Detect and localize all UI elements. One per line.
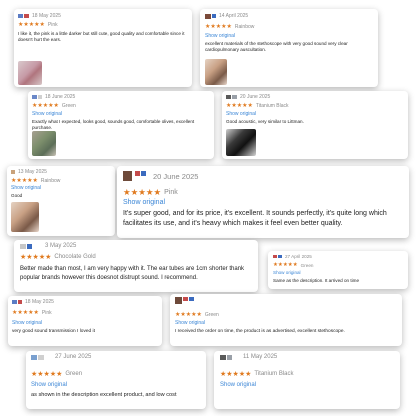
review-text: Good acoustic, very similar to Littman. xyxy=(226,119,304,124)
variant-color: Green xyxy=(65,371,83,377)
show-original-link[interactable]: Show original xyxy=(12,320,42,326)
show-original-link[interactable]: Show original xyxy=(226,111,256,117)
review-date: 18 June 2025 xyxy=(45,94,76,100)
show-original-link[interactable]: Show original xyxy=(175,320,205,326)
show-original-link[interactable]: Show original xyxy=(123,199,165,206)
variant-color: Chocolate Gold xyxy=(54,254,96,260)
review-header: 18 May 2025 xyxy=(18,13,61,19)
review-photo[interactable] xyxy=(226,129,256,156)
review-date: 3 May 2025 xyxy=(45,243,77,249)
review-text: Same as the description. It arrived on t… xyxy=(273,278,360,283)
show-original-link[interactable]: Show original xyxy=(11,185,41,191)
star-rating: ★★★★★ xyxy=(226,103,253,109)
review-card: 18 June 2025 ★★★★★ Green Show original E… xyxy=(28,91,214,159)
star-rating: ★★★★★ xyxy=(123,187,162,197)
review-text: I received the order on time, the produc… xyxy=(175,329,345,334)
review-text: Exactly what I expected, looks good, sou… xyxy=(32,119,195,130)
star-rating: ★★★★★ xyxy=(20,254,52,261)
star-rating: ★★★★★ xyxy=(31,371,63,378)
review-card: 18 May 2025 ★★★★★ Pink Show original ver… xyxy=(8,296,162,346)
user-avatar-icon xyxy=(12,300,22,304)
review-date: 20 June 2025 xyxy=(153,171,199,181)
star-rating: ★★★★★ xyxy=(18,22,45,28)
review-text: It's super good, and for its price, it's… xyxy=(123,210,387,228)
show-original-link[interactable]: Show original xyxy=(273,270,301,275)
star-rating: ★★★★★ xyxy=(220,371,252,378)
user-avatar-icon xyxy=(226,95,237,99)
review-date: 18 May 2025 xyxy=(25,299,54,305)
review-text: Good xyxy=(11,193,23,198)
user-avatar-icon xyxy=(175,297,194,304)
review-card: ★★★★★ Green Show original I received the… xyxy=(170,294,402,346)
user-avatar-icon xyxy=(205,13,216,19)
variant-color: Green xyxy=(300,262,314,268)
star-rating: ★★★★★ xyxy=(205,24,232,30)
review-date: 13 May 2025 xyxy=(18,169,47,175)
review-date: 14 April 2025 xyxy=(219,13,249,19)
show-original-link[interactable]: Show original xyxy=(31,382,67,388)
variant-color: Rainbow xyxy=(234,23,255,30)
review-card: 3 May 2025 ★★★★★ Chocolate Gold Better m… xyxy=(14,240,258,292)
review-text: Better made than most, I am very happy w… xyxy=(20,266,244,281)
variant-color: Titanium Black xyxy=(255,102,289,109)
review-date: 27 June 2025 xyxy=(55,354,92,360)
star-rating: ★★★★★ xyxy=(12,310,39,316)
review-card: 18 May 2025 ★★★★★ Pink I like it, the pi… xyxy=(14,9,192,87)
review-text: very good sound transmission I loved it xyxy=(12,329,95,334)
review-date: 20 June 2025 xyxy=(240,94,271,100)
user-avatar-icon xyxy=(273,255,282,258)
show-original-link[interactable]: Show original xyxy=(32,111,62,117)
review-card: 27 April 2025 ★★★★★ Green Show original … xyxy=(268,251,408,289)
review-text: excellent materials of the stethoscope w… xyxy=(205,41,348,52)
variant-color: Pink xyxy=(47,21,58,28)
review-card: 20 June 2025 ★★★★★ Pink Show original It… xyxy=(117,166,409,238)
review-card: 13 May 2025 ★★★★★ Rainbow Show original … xyxy=(7,166,115,236)
variant-color: Rainbow xyxy=(40,177,61,184)
star-rating: ★★★★★ xyxy=(175,312,202,318)
review-text: I like it, the pink is a little darker b… xyxy=(18,31,185,42)
user-avatar-icon xyxy=(31,354,44,360)
show-original-link[interactable]: Show original xyxy=(205,33,235,39)
user-avatar-icon xyxy=(11,170,15,174)
user-avatar-icon xyxy=(32,95,42,99)
review-card: 14 April 2025 ★★★★★ Rainbow Show origina… xyxy=(200,9,378,87)
review-card: 27 June 2025 ★★★★★ Green Show original a… xyxy=(26,351,206,409)
review-photo[interactable] xyxy=(11,202,39,232)
review-card: 11 May 2025 ★★★★★ Titanium Black Show or… xyxy=(214,351,400,409)
user-avatar-icon xyxy=(220,354,232,360)
variant-color: Titanium Black xyxy=(254,371,294,377)
review-date: 11 May 2025 xyxy=(243,354,278,360)
show-original-link[interactable]: Show original xyxy=(220,382,256,388)
review-photo[interactable] xyxy=(205,59,227,85)
star-rating: ★★★★★ xyxy=(273,262,298,268)
review-card: 20 June 2025 ★★★★★ Titanium Black Show o… xyxy=(222,91,408,159)
variant-color: Green xyxy=(61,102,76,109)
star-rating: ★★★★★ xyxy=(32,103,59,109)
variant-color: Pink xyxy=(164,189,178,196)
user-avatar-icon xyxy=(20,243,32,249)
user-avatar-icon xyxy=(18,14,29,18)
review-date: 18 May 2025 xyxy=(32,13,61,19)
variant-color: Pink xyxy=(41,309,52,316)
review-photo[interactable] xyxy=(32,131,56,156)
review-date: 27 April 2025 xyxy=(285,254,312,259)
variant-color: Green xyxy=(204,311,219,318)
user-avatar-icon xyxy=(123,171,146,181)
review-photo[interactable] xyxy=(18,61,42,85)
review-text: as shown in the description excellent pr… xyxy=(31,392,177,398)
star-rating: ★★★★★ xyxy=(11,178,38,184)
